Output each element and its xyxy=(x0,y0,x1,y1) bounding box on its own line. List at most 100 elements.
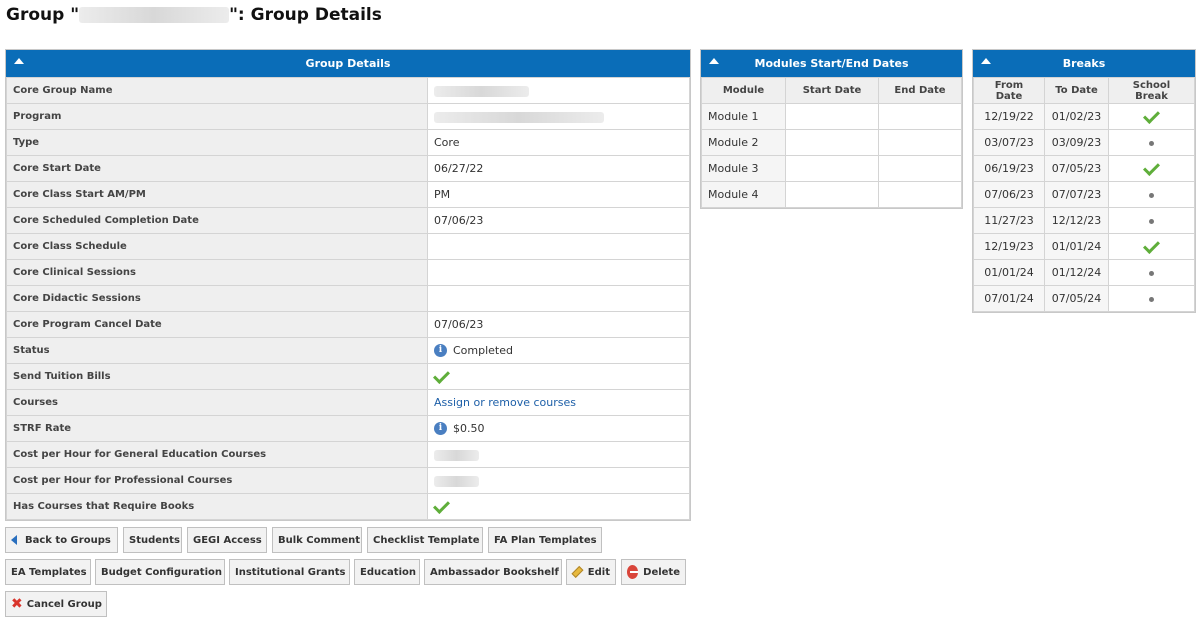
group-details-table: Core Group Name Program Type Core Core Start… xyxy=(6,77,690,520)
school-break-cell xyxy=(1108,129,1195,156)
button-label: GEGI Access xyxy=(193,534,262,546)
module-end-cell xyxy=(878,155,962,182)
detail-value xyxy=(427,285,690,312)
education-button[interactable]: Education xyxy=(354,559,420,585)
detail-label: Core Class Schedule xyxy=(6,233,428,260)
modules-table: Module Start Date End Date Module 1 Modul… xyxy=(701,77,962,208)
info-icon[interactable]: i xyxy=(434,422,447,436)
students-button[interactable]: Students xyxy=(123,527,182,553)
break-from-cell: 07/01/24 xyxy=(973,285,1045,312)
detail-value xyxy=(427,233,690,260)
detail-value xyxy=(427,77,690,104)
budget-configuration-button[interactable]: Budget Configuration xyxy=(95,559,225,585)
module-module-cell: Module 3 xyxy=(701,155,786,182)
button-label: FA Plan Templates xyxy=(494,534,597,546)
module-row: Module 3 xyxy=(701,155,962,182)
detail-label: Core Group Name xyxy=(6,77,428,104)
module-row: Module 1 xyxy=(701,103,962,130)
detail-row: Send Tuition Bills xyxy=(6,363,690,390)
cancel-group-button[interactable]: ✖ Cancel Group xyxy=(5,591,107,617)
detail-value: i $0.50 xyxy=(427,415,690,442)
school-break-cell xyxy=(1108,285,1195,312)
module-module-cell: Module 1 xyxy=(701,103,786,130)
back-arrow-icon xyxy=(11,535,17,545)
group-details-header[interactable]: Group Details xyxy=(6,50,690,77)
collapse-caret-icon[interactable] xyxy=(14,58,24,64)
group-details-title: Group Details xyxy=(305,57,391,70)
detail-row: Core Scheduled Completion Date 07/06/23 xyxy=(6,207,690,234)
break-row: 07/01/24 07/05/24 xyxy=(973,285,1195,312)
detail-value xyxy=(427,259,690,286)
modules-panel: Modules Start/End Dates Module Start Dat… xyxy=(700,49,963,209)
collapse-caret-icon[interactable] xyxy=(709,58,719,64)
break-from-cell: 12/19/23 xyxy=(973,233,1045,260)
ambassador-bookshelf-button[interactable]: Ambassador Bookshelf xyxy=(424,559,562,585)
redacted-value xyxy=(434,449,479,461)
gegi-access-button[interactable]: GEGI Access xyxy=(187,527,267,553)
button-label: Bulk Comment xyxy=(278,534,361,546)
break-row: 07/06/23 07/07/23 xyxy=(973,181,1195,208)
break-from-cell: 06/19/23 xyxy=(973,155,1045,182)
module-end-cell xyxy=(878,103,962,130)
bullet-icon xyxy=(1149,270,1154,276)
assign-courses-link[interactable]: Assign or remove courses xyxy=(434,396,576,409)
redacted-value xyxy=(434,111,604,123)
detail-row: Courses Assign or remove courses xyxy=(6,389,690,416)
delete-button[interactable]: Delete xyxy=(621,559,686,585)
column-header: From Date xyxy=(973,77,1045,104)
detail-label: Program xyxy=(6,103,428,130)
detail-row: STRF Rate i $0.50 xyxy=(6,415,690,442)
info-icon[interactable]: i xyxy=(434,344,447,358)
detail-label: Has Courses that Require Books xyxy=(6,493,428,520)
break-row: 03/07/23 03/09/23 xyxy=(973,129,1195,156)
detail-row: Status i Completed xyxy=(6,337,690,364)
break-from-cell: 11/27/23 xyxy=(973,207,1045,234)
ea-templates-button[interactable]: EA Templates xyxy=(5,559,91,585)
bullet-icon xyxy=(1149,140,1154,146)
checklist-template-button[interactable]: Checklist Template xyxy=(367,527,483,553)
break-row: 12/19/22 01/02/23 xyxy=(973,103,1195,130)
break-row: 11/27/23 12/12/23 xyxy=(973,207,1195,234)
school-break-cell xyxy=(1108,207,1195,234)
breaks-title: Breaks xyxy=(1062,57,1106,70)
detail-value: 07/06/23 xyxy=(427,207,690,234)
delete-circle-icon xyxy=(627,565,639,579)
page-title: Group " ": Group Details xyxy=(6,5,382,25)
bulk-comment-button[interactable]: Bulk Comment xyxy=(272,527,362,553)
button-label: Budget Configuration xyxy=(101,566,222,578)
button-label: Edit xyxy=(587,566,610,578)
detail-label: Core Class Start AM/PM xyxy=(6,181,428,208)
button-label: Checklist Template xyxy=(373,534,480,546)
module-start-cell xyxy=(785,155,879,182)
break-from-cell: 07/06/23 xyxy=(973,181,1045,208)
detail-value xyxy=(427,441,690,468)
school-break-cell xyxy=(1108,233,1195,260)
break-to-cell: 07/07/23 xyxy=(1044,181,1109,208)
checkmark-icon xyxy=(1143,158,1160,176)
group-details-panel: Group Details Core Group Name Program Type… xyxy=(5,49,691,521)
detail-label: Send Tuition Bills xyxy=(6,363,428,390)
button-label: Students xyxy=(129,534,180,546)
checkmark-icon xyxy=(1143,106,1160,124)
detail-value: 06/27/22 xyxy=(427,155,690,182)
detail-label: STRF Rate xyxy=(6,415,428,442)
school-break-cell xyxy=(1108,103,1195,130)
modules-header[interactable]: Modules Start/End Dates xyxy=(701,50,962,77)
detail-value: PM xyxy=(427,181,690,208)
fa-plan-templates-button[interactable]: FA Plan Templates xyxy=(488,527,602,553)
module-start-cell xyxy=(785,103,879,130)
school-break-cell xyxy=(1108,181,1195,208)
detail-label: Cost per Hour for General Education Cour… xyxy=(6,441,428,468)
edit-button[interactable]: Edit xyxy=(566,559,616,585)
institutional-grants-button[interactable]: Institutional Grants xyxy=(229,559,350,585)
breaks-header[interactable]: Breaks xyxy=(973,50,1195,77)
collapse-caret-icon[interactable] xyxy=(981,58,991,64)
detail-value xyxy=(427,493,690,520)
detail-label: Core Start Date xyxy=(6,155,428,182)
module-module-cell: Module 4 xyxy=(701,181,786,208)
button-label: Institutional Grants xyxy=(235,566,346,578)
breaks-table: From Date To Date School Break 12/19/22 0… xyxy=(973,77,1195,312)
title-prefix: Group " xyxy=(6,5,80,25)
detail-row: Cost per Hour for General Education Cour… xyxy=(6,441,690,468)
back-to-groups-button[interactable]: Back to Groups xyxy=(5,527,118,553)
